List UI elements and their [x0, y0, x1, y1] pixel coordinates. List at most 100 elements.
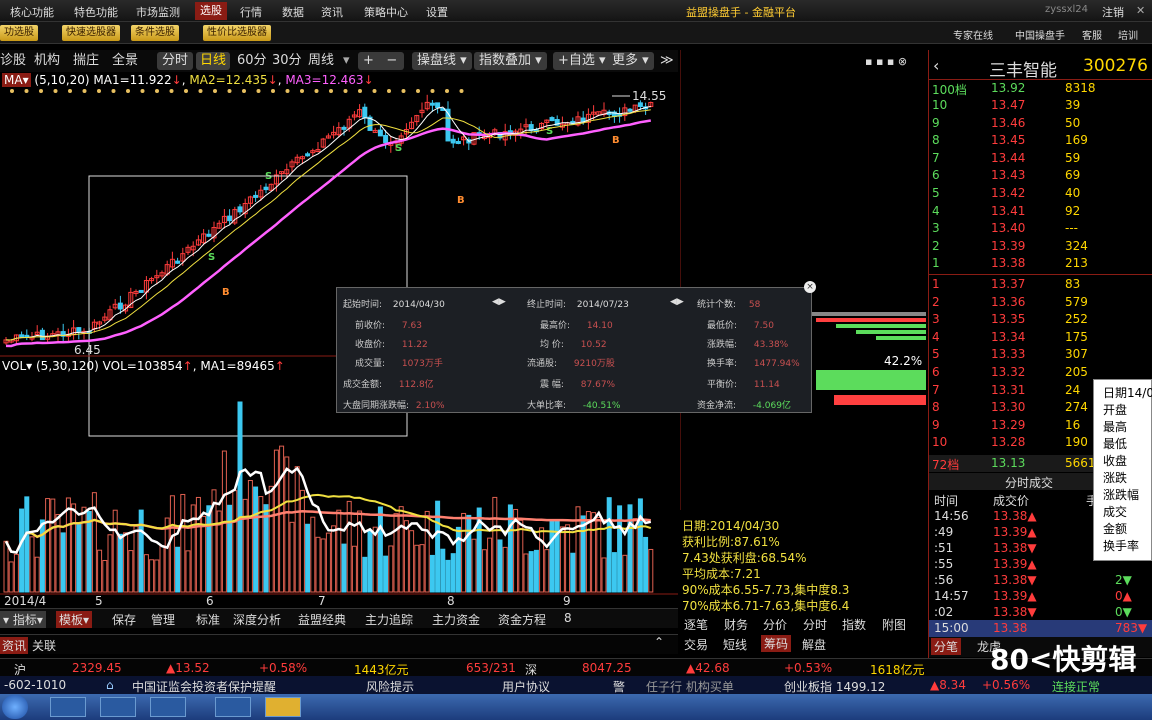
value-pick-button[interactable]: 性价比选股器 — [203, 25, 271, 41]
app-icon[interactable] — [50, 697, 86, 717]
training-link[interactable]: 培训 — [1118, 27, 1138, 42]
context-menu-item[interactable]: 涨跌 — [1103, 469, 1127, 486]
collapse-icon[interactable]: ≫ — [660, 52, 674, 70]
orderbook-row[interactable]: 4 13.41 92 — [929, 203, 1152, 220]
tab-ticks[interactable]: 分笔 — [931, 638, 962, 655]
orderbook-row[interactable]: 10 13.47 39 — [929, 97, 1152, 114]
tab-manage[interactable]: 管理 — [151, 611, 175, 628]
period-weekly[interactable]: 周线 — [308, 52, 334, 70]
quick-pick-button[interactable]: 快速选股器 — [62, 25, 120, 41]
app-icon[interactable] — [150, 697, 186, 717]
pick-button[interactable]: 功选股 — [0, 25, 38, 41]
folder-icon[interactable] — [265, 697, 301, 717]
tab-depth[interactable]: 深度分析 — [233, 611, 281, 628]
chevron-down-icon[interactable]: ▾ — [343, 52, 350, 70]
context-menu-item[interactable]: 收盘 — [1103, 452, 1127, 469]
back-icon[interactable]: ‹ — [933, 56, 939, 75]
orderbook-row[interactable]: 2 13.36 579 — [929, 294, 1152, 311]
orderbook-row[interactable]: 5 13.42 40 — [929, 185, 1152, 202]
orderbook-row[interactable]: 1 13.37 83 — [929, 276, 1152, 293]
cn-trader-link[interactable]: 中国操盘手 — [1015, 27, 1065, 42]
expand-icon[interactable]: ⌃ — [654, 635, 664, 649]
tab-main-fund[interactable]: 主力资金 — [432, 611, 480, 628]
tab-tick[interactable]: 逐笔 — [684, 616, 708, 633]
context-menu-item[interactable]: 换手率 — [1103, 537, 1139, 554]
tab-related[interactable]: 关联 — [32, 637, 56, 654]
condition-pick-button[interactable]: 条件选股 — [131, 25, 179, 41]
tab-subchart[interactable]: 附图 — [882, 616, 906, 633]
tab-analysis[interactable]: 解盘 — [802, 636, 826, 653]
period-daily[interactable]: 日线 — [196, 52, 231, 70]
context-menu-item[interactable]: 最高 — [1103, 418, 1127, 435]
context-menu-item[interactable]: 日期14/0 — [1103, 384, 1152, 401]
tab-minute[interactable]: 分时 — [803, 616, 827, 633]
prev-next-icon[interactable]: ◀▶ — [670, 297, 684, 307]
orderbook-row[interactable]: 4 13.34 175 — [929, 329, 1152, 346]
tab-classic[interactable]: 益盟经典 — [298, 611, 346, 628]
menu-settings[interactable]: 设置 — [426, 4, 448, 20]
menu-special[interactable]: 特色功能 — [74, 4, 118, 20]
ma-legend[interactable]: MA▾ (5,10,20) MA1=11.922↓, MA2=12.435↓, … — [2, 73, 374, 87]
index-overlay-button[interactable]: 指数叠加 ▾ — [474, 52, 547, 70]
vol-legend[interactable]: VOL▾ (5,30,120) VOL=103854↑, MA1=89465↑ — [2, 359, 285, 373]
menu-monitor[interactable]: 市场监测 — [136, 4, 180, 20]
logout-link[interactable]: 注销 — [1102, 4, 1124, 20]
tab-standard[interactable]: 标准 — [196, 611, 220, 628]
orderbook-row[interactable]: 3 13.35 252 — [929, 311, 1152, 328]
context-menu-item[interactable]: 开盘 — [1103, 401, 1127, 418]
zoom-out-button[interactable]: − — [386, 53, 397, 68]
watchlist-button[interactable]: +自选 ▾ — [553, 52, 611, 70]
tab-8[interactable]: 8 — [564, 611, 572, 625]
tab-index[interactable]: 指数 — [842, 616, 866, 633]
orderbook-row[interactable]: 2 13.39 324 — [929, 238, 1152, 255]
context-menu-item[interactable]: 成交 — [1103, 503, 1127, 520]
chip-icons[interactable]: ▪ ▪ ▪ ⊗ — [865, 55, 907, 68]
orderbook-row[interactable]: 1 13.38 213 — [929, 255, 1152, 272]
app-icon[interactable] — [100, 697, 136, 717]
trade-line-button[interactable]: 操盘线 ▾ — [412, 52, 472, 70]
risk-link[interactable]: 风险提示 — [366, 678, 414, 695]
agreement-link[interactable]: 用户协议 — [502, 678, 550, 695]
more-button[interactable]: 更多 ▾ — [607, 52, 654, 70]
word-icon[interactable] — [215, 697, 251, 717]
zoom-in-button[interactable]: + — [363, 53, 374, 68]
context-menu-item[interactable]: 最低 — [1103, 435, 1127, 452]
tab-diagnose[interactable]: 诊股 — [0, 52, 26, 70]
tab-news[interactable]: 资讯 — [0, 637, 29, 654]
tab-price-split[interactable]: 分价 — [763, 616, 787, 633]
tab-fund-eq[interactable]: 资金方程 — [498, 611, 546, 628]
tab-shortline[interactable]: 短线 — [723, 636, 747, 653]
menu-core[interactable]: 核心功能 — [10, 4, 54, 20]
context-menu-item[interactable]: 金额 — [1103, 520, 1127, 537]
orderbook-row[interactable]: 3 13.40 --- — [929, 220, 1152, 237]
menu-pick[interactable]: 选股 — [195, 2, 227, 20]
service-link[interactable]: 客服 — [1082, 27, 1102, 42]
close-icon[interactable]: ✕ — [1136, 4, 1145, 17]
tab-dealer[interactable]: 揣庄 — [73, 52, 99, 70]
orderbook-row[interactable]: 8 13.45 169 — [929, 132, 1152, 149]
orderbook-row[interactable]: 7 13.44 59 — [929, 150, 1152, 167]
tab-institution[interactable]: 机构 — [34, 52, 60, 70]
close-icon[interactable]: × — [804, 281, 816, 293]
expert-online-link[interactable]: 专家在线 — [953, 27, 993, 42]
period-intraday[interactable]: 分时 — [157, 52, 194, 70]
orderbook-row[interactable]: 5 13.33 307 — [929, 346, 1152, 363]
tab-chips[interactable]: 筹码 — [761, 635, 792, 652]
orderbook-row[interactable]: 6 13.43 69 — [929, 167, 1152, 184]
period-60min[interactable]: 60分 — [237, 52, 267, 70]
prev-next-icon[interactable]: ◀▶ — [492, 297, 506, 307]
tab-template[interactable]: 模板▾ — [56, 611, 93, 628]
orderbook-row[interactable]: 9 13.46 50 — [929, 115, 1152, 132]
tab-main-track[interactable]: 主力追踪 — [365, 611, 413, 628]
menu-strategy[interactable]: 策略中心 — [364, 4, 408, 20]
period-30min[interactable]: 30分 — [272, 52, 302, 70]
tab-panorama[interactable]: 全景 — [112, 52, 138, 70]
context-menu-item[interactable]: 涨跌幅 — [1103, 486, 1139, 503]
tab-save[interactable]: 保存 — [112, 611, 136, 628]
tab-indicator[interactable]: ▾ 指标▾ — [0, 611, 46, 628]
menu-quote[interactable]: 行情 — [240, 4, 262, 20]
notice-link[interactable]: 中国证监会投资者保护提醒 — [132, 678, 276, 695]
tab-finance[interactable]: 财务 — [724, 616, 748, 633]
tab-trade[interactable]: 交易 — [684, 636, 708, 653]
start-icon[interactable] — [2, 695, 28, 719]
